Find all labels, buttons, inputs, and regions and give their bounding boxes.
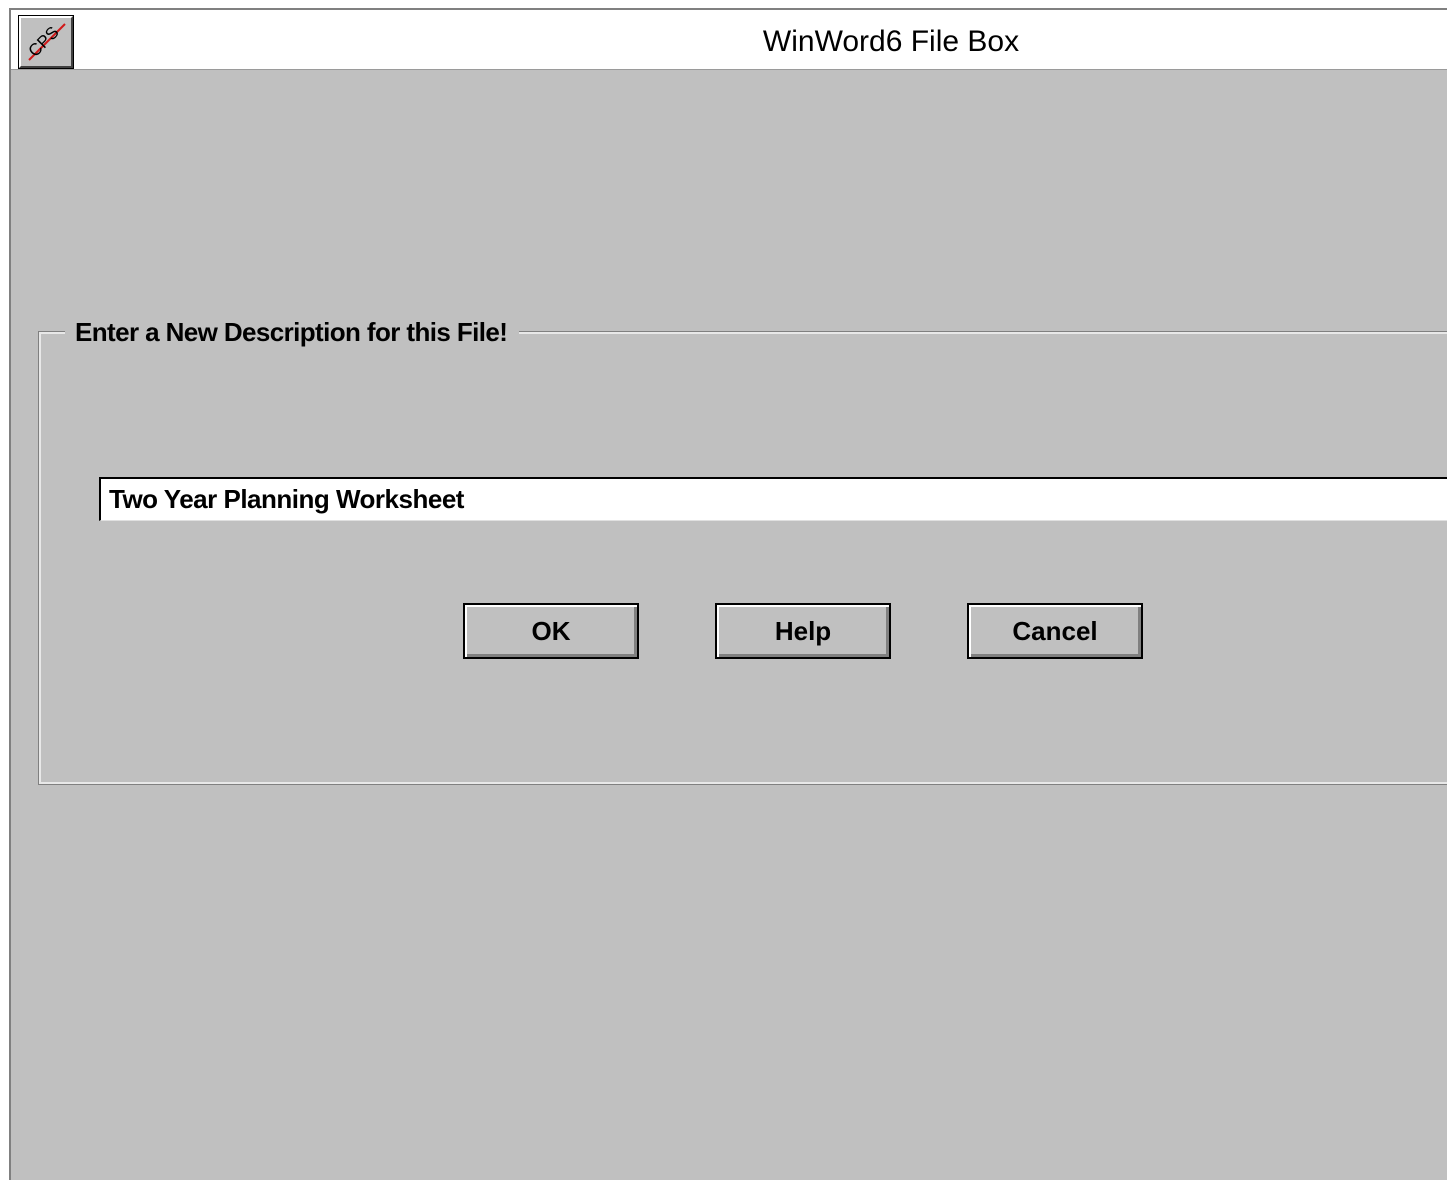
ok-button[interactable]: OK xyxy=(463,603,639,659)
description-group-box: Enter a New Description for this File! xyxy=(38,314,1447,785)
description-input[interactable] xyxy=(99,477,1447,521)
window-title: WinWord6 File Box xyxy=(762,25,1020,58)
dialog-window: CPS WinWord6 File Box Enter a New Descri… xyxy=(9,8,1447,1180)
cps-logo-text: CPS xyxy=(25,23,63,61)
group-box-label: Enter a New Description for this File! xyxy=(65,314,520,350)
cancel-button[interactable]: Cancel xyxy=(967,603,1143,659)
system-menu-button[interactable]: CPS xyxy=(18,15,74,69)
cps-logo-icon: CPS xyxy=(25,23,66,61)
help-button[interactable]: Help xyxy=(715,603,891,659)
title-bar[interactable]: CPS WinWord6 File Box xyxy=(11,10,1447,70)
